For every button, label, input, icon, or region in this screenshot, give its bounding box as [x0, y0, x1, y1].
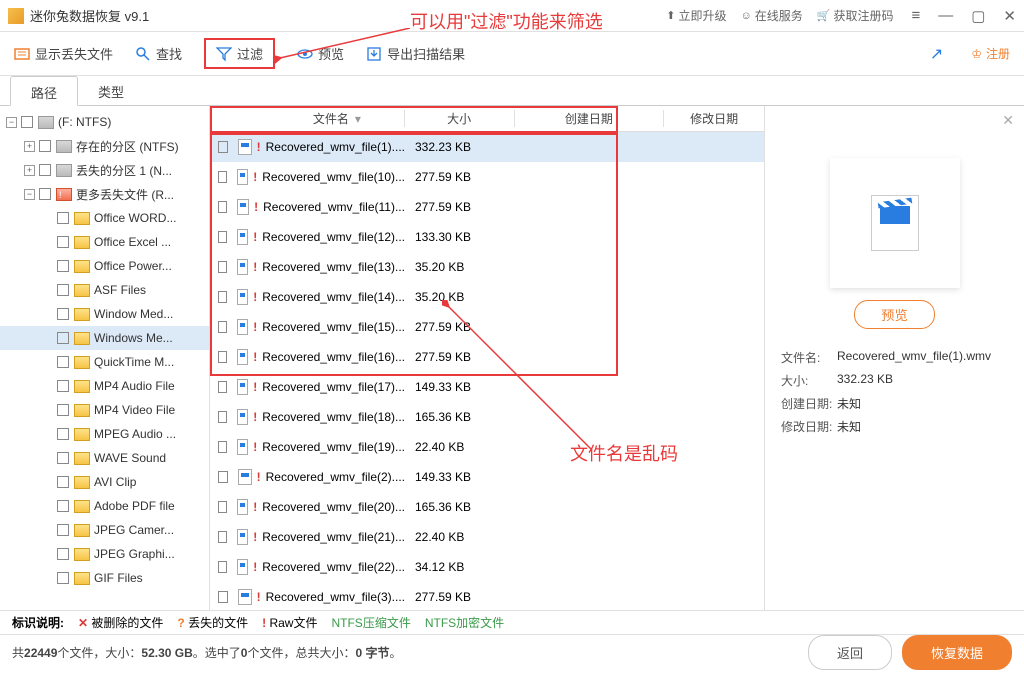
file-row[interactable]: !Recovered_wmv_file(22)...34.12 KB [210, 552, 764, 582]
tree-item[interactable]: Office Power... [0, 254, 209, 278]
tree-item[interactable]: Office Excel ... [0, 230, 209, 254]
tree-root[interactable]: −(F: NTFS) [0, 110, 209, 134]
close-button[interactable]: ✕ [1003, 7, 1016, 25]
file-row[interactable]: !Recovered_wmv_file(16)...277.59 KB [210, 342, 764, 372]
recover-button[interactable]: 恢复数据 [902, 635, 1012, 670]
col-name[interactable]: 文件名▾ [210, 110, 405, 127]
find-button[interactable]: 查找 [135, 44, 182, 63]
titlebar: 迷你兔数据恢复 v9.1 ⬆立即升级 ☺在线服务 🛒获取注册码 ≡ — ▢ ✕ [0, 0, 1024, 32]
tree-item[interactable]: AVI Clip [0, 470, 209, 494]
file-row[interactable]: !Recovered_wmv_file(11)...277.59 KB [210, 192, 764, 222]
file-row[interactable]: !Recovered_wmv_file(19)...22.40 KB [210, 432, 764, 462]
file-list: 文件名▾ 大小 创建日期 修改日期 !Recovered_wmv_file(1)… [210, 106, 764, 610]
file-row[interactable]: !Recovered_wmv_file(2)....149.33 KB [210, 462, 764, 492]
col-mdate[interactable]: 修改日期 [664, 110, 764, 127]
close-icon[interactable]: ✕ [1002, 112, 1014, 129]
tree-item[interactable]: +存在的分区 (NTFS) [0, 134, 209, 158]
register-button[interactable]: ♔注册 [971, 45, 1010, 62]
tree-item[interactable]: QuickTime M... [0, 350, 209, 374]
tree-item[interactable]: MP4 Audio File [0, 374, 209, 398]
file-row[interactable]: !Recovered_wmv_file(21)...22.40 KB [210, 522, 764, 552]
tree-item[interactable]: Office WORD... [0, 206, 209, 230]
file-row[interactable]: !Recovered_wmv_file(18)...165.36 KB [210, 402, 764, 432]
tab-path[interactable]: 路径 [10, 76, 78, 106]
file-list-header: 文件名▾ 大小 创建日期 修改日期 [210, 106, 764, 132]
file-row[interactable]: !Recovered_wmv_file(1)....332.23 KB [210, 132, 764, 162]
tree-item[interactable]: JPEG Graphi... [0, 542, 209, 566]
tree-item[interactable]: WAVE Sound [0, 446, 209, 470]
getcode-link[interactable]: 🛒获取注册码 [817, 7, 894, 24]
tree-item[interactable]: MP4 Video File [0, 398, 209, 422]
main-area: −(F: NTFS) +存在的分区 (NTFS)+丢失的分区 1 (N...−!… [0, 106, 1024, 610]
tree-item[interactable]: MPEG Audio ... [0, 422, 209, 446]
file-row[interactable]: !Recovered_wmv_file(10)...277.59 KB [210, 162, 764, 192]
minimize-button[interactable]: — [938, 7, 953, 25]
file-row[interactable]: !Recovered_wmv_file(15)...277.59 KB [210, 312, 764, 342]
maximize-button[interactable]: ▢ [971, 7, 985, 25]
back-button[interactable]: 返回 [808, 635, 892, 670]
tree-panel: −(F: NTFS) +存在的分区 (NTFS)+丢失的分区 1 (N...−!… [0, 106, 210, 610]
tree-item[interactable]: GIF Files [0, 566, 209, 590]
preview-button[interactable]: 预览 [297, 44, 344, 63]
filter-button[interactable]: 过滤 [204, 38, 275, 69]
tree-item[interactable]: Window Med... [0, 302, 209, 326]
preview-meta: 文件名:Recovered_wmv_file(1).wmv 大小:332.23 … [781, 349, 1008, 435]
toolbar: 显示丢失文件 查找 过滤 预览 导出扫描结果 ↗ ♔注册 [0, 32, 1024, 76]
export-button[interactable]: 导出扫描结果 [366, 44, 465, 63]
online-link[interactable]: ☺在线服务 [741, 7, 803, 24]
preview-panel: ✕ 预览 文件名:Recovered_wmv_file(1).wmv 大小:33… [764, 106, 1024, 610]
share-icon[interactable]: ↗ [930, 44, 943, 64]
col-cdate[interactable]: 创建日期 [515, 110, 665, 127]
status-bar: 共22449个文件，大小：52.30 GB。选中了0个文件，总共大小：0 字节。… [0, 634, 1024, 670]
tabs: 路径 类型 [0, 76, 1024, 106]
app-icon [8, 8, 24, 24]
tab-type[interactable]: 类型 [78, 76, 144, 105]
tree-item[interactable]: ASF Files [0, 278, 209, 302]
col-size[interactable]: 大小 [405, 110, 515, 127]
preview-action-button[interactable]: 预览 [854, 300, 935, 329]
app-title: 迷你兔数据恢复 v9.1 [30, 6, 149, 25]
file-row[interactable]: !Recovered_wmv_file(17)...149.33 KB [210, 372, 764, 402]
tree-item[interactable]: JPEG Camer... [0, 518, 209, 542]
tree-item[interactable]: −!更多丢失文件 (R... [0, 182, 209, 206]
legend-bar: 标识说明: ✕ 被删除的文件 ? 丢失的文件 ! Raw文件 NTFS压缩文件 … [0, 610, 1024, 634]
tree-item[interactable]: Adobe PDF file [0, 494, 209, 518]
title-links: ⬆立即升级 ☺在线服务 🛒获取注册码 [666, 7, 893, 24]
preview-thumbnail [830, 158, 960, 288]
file-row[interactable]: !Recovered_wmv_file(3)....277.59 KB [210, 582, 764, 610]
show-lost-button[interactable]: 显示丢失文件 [14, 44, 113, 63]
tree-item[interactable]: Windows Me... [0, 326, 209, 350]
file-row[interactable]: !Recovered_wmv_file(12)...133.30 KB [210, 222, 764, 252]
upgrade-link[interactable]: ⬆立即升级 [666, 7, 726, 24]
file-row[interactable]: !Recovered_wmv_file(13)...35.20 KB [210, 252, 764, 282]
menu-icon[interactable]: ≡ [911, 7, 920, 25]
tree-item[interactable]: +丢失的分区 1 (N... [0, 158, 209, 182]
file-row[interactable]: !Recovered_wmv_file(14)...35.20 KB [210, 282, 764, 312]
file-row[interactable]: !Recovered_wmv_file(20)...165.36 KB [210, 492, 764, 522]
